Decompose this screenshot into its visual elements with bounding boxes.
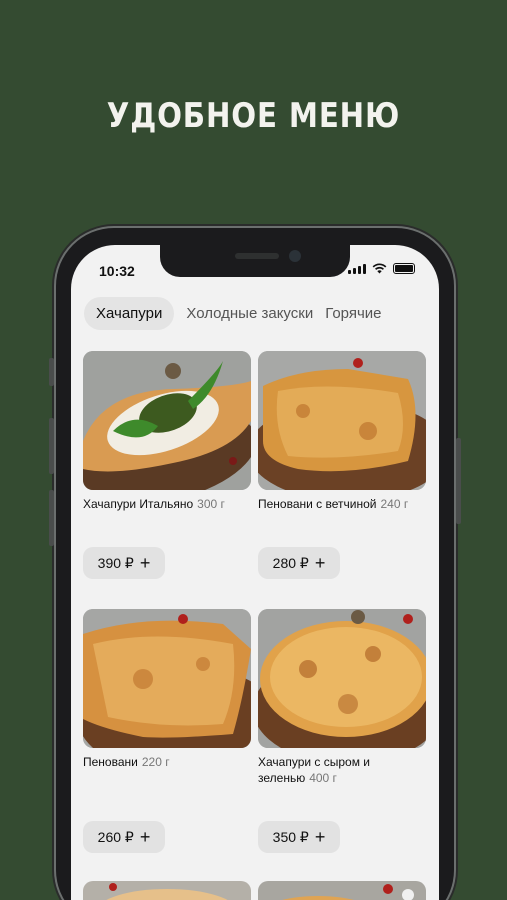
- signal-icon: [348, 264, 366, 274]
- item-title: Пеновани с ветчиной 240 г: [258, 497, 409, 511]
- add-to-cart-button[interactable]: 280 ₽ +: [258, 547, 340, 579]
- mute-switch: [49, 358, 54, 386]
- notch: [160, 245, 350, 277]
- plus-icon: +: [314, 553, 326, 573]
- item-photo-partial: [83, 881, 251, 900]
- item-photo: [258, 609, 426, 748]
- menu-item-card[interactable]: Пеновани 220 г: [83, 609, 251, 769]
- item-title: Хачапури Итальяно 300 г: [83, 497, 225, 511]
- status-icons: [348, 263, 415, 274]
- item-photo: [258, 351, 426, 490]
- add-to-cart-button[interactable]: 260 ₽ +: [83, 821, 165, 853]
- tab-khachapuri[interactable]: Хачапури: [84, 297, 175, 330]
- item-photo: [83, 351, 251, 490]
- plus-icon: +: [314, 827, 326, 847]
- price: 280 ₽: [272, 554, 309, 571]
- item-photo-partial: [258, 881, 426, 900]
- menu-item-card[interactable]: Хачапури Итальяно 300 г: [83, 351, 251, 511]
- price: 260 ₽: [97, 828, 134, 845]
- tab-hot[interactable]: Горячие: [325, 297, 381, 330]
- status-time: 10:32: [99, 263, 135, 279]
- battery-icon: [393, 263, 415, 274]
- price: 390 ₽: [97, 554, 134, 571]
- tab-cold-appetizers[interactable]: Холодные закуски: [186, 297, 313, 330]
- item-title: Пеновани 220 г: [83, 755, 170, 769]
- speaker: [235, 253, 279, 259]
- wifi-icon: [372, 263, 387, 274]
- phone-frame: 10:32 Хачапури Холодные закуски Горячие: [49, 228, 461, 900]
- power-button: [456, 438, 461, 524]
- category-tabs: Хачапури Холодные закуски Горячие: [84, 297, 382, 330]
- menu-item-card[interactable]: Хачапури с сыром и зеленью 400 г: [258, 609, 426, 785]
- menu-item-card[interactable]: Пеновани с ветчиной 240 г: [258, 351, 426, 511]
- item-photo: [83, 609, 251, 748]
- volume-down-button: [49, 490, 54, 546]
- headline: УДОБНОЕ МЕНЮ: [106, 96, 401, 136]
- app-screen: 10:32 Хачапури Холодные закуски Горячие: [71, 245, 439, 900]
- price: 350 ₽: [272, 828, 309, 845]
- volume-up-button: [49, 418, 54, 474]
- add-to-cart-button[interactable]: 390 ₽ +: [83, 547, 165, 579]
- item-title: Хачапури с сыром и зеленью 400 г: [258, 755, 371, 785]
- add-to-cart-button[interactable]: 350 ₽ +: [258, 821, 340, 853]
- plus-icon: +: [139, 553, 151, 573]
- front-camera: [289, 250, 301, 262]
- plus-icon: +: [139, 827, 151, 847]
